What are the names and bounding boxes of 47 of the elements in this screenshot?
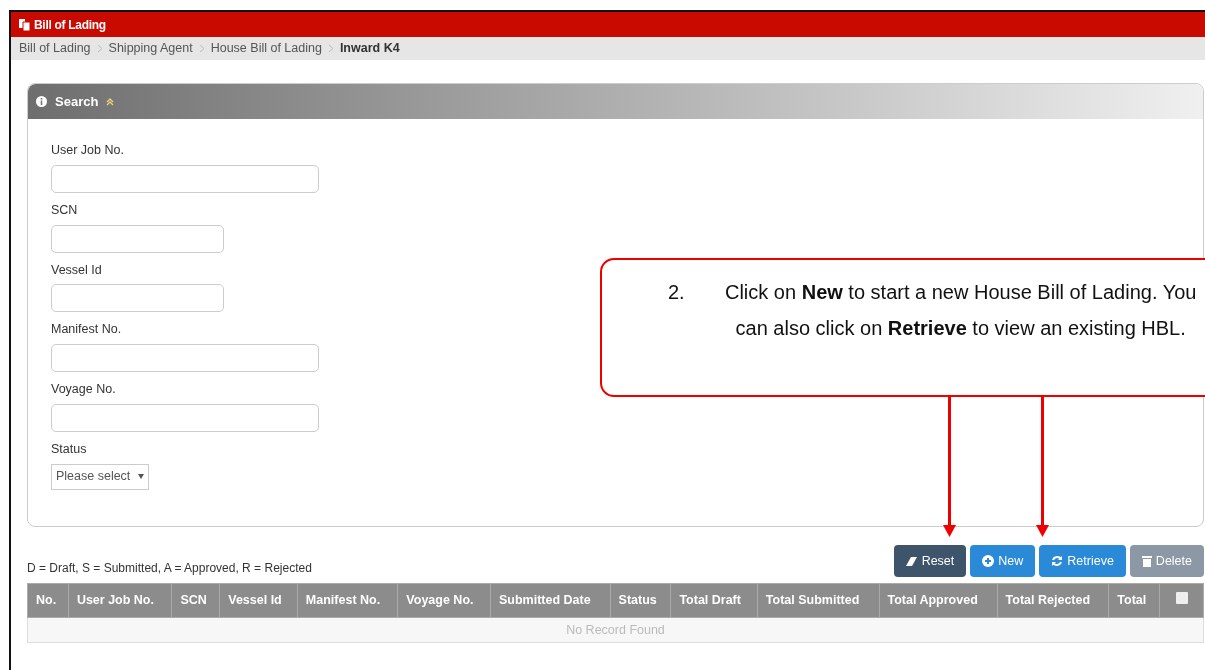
breadcrumb-link[interactable]: House Bill of Lading bbox=[210, 39, 322, 58]
refresh-icon bbox=[1051, 555, 1064, 567]
info-icon bbox=[36, 96, 47, 107]
input-field[interactable] bbox=[51, 224, 224, 253]
field-label: Voyage No. bbox=[51, 381, 116, 398]
input-field[interactable] bbox=[51, 403, 319, 432]
column-header: Total Rejected bbox=[997, 583, 1109, 618]
column-header: User Job No. bbox=[68, 583, 172, 618]
column-header: Manifest No. bbox=[297, 583, 398, 618]
field-label: Manifest No. bbox=[51, 321, 122, 339]
panel-title: Search bbox=[55, 92, 99, 111]
column-header: Total Approved bbox=[879, 583, 998, 618]
new-button[interactable]: New bbox=[970, 545, 1036, 577]
plus-circle-icon bbox=[982, 555, 995, 567]
input-field[interactable] bbox=[51, 344, 319, 372]
breadcrumb-link[interactable]: Shipping Agent bbox=[108, 39, 193, 58]
callout-number: 2. bbox=[668, 280, 685, 305]
breadcrumb-link[interactable]: Bill of Lading bbox=[19, 39, 91, 58]
column-header: Voyage No. bbox=[397, 583, 491, 618]
window-title: Bill of Lading bbox=[34, 16, 106, 34]
field-label: Vessel Id bbox=[51, 261, 102, 279]
field-label: SCN bbox=[51, 201, 78, 219]
legend-text: D = Draft, S = Submitted, A = Approved, R = Rejected bbox=[27, 560, 312, 577]
empty-message: No Record Found bbox=[27, 617, 1204, 643]
caret-icon bbox=[138, 474, 145, 479]
select-all-checkbox[interactable] bbox=[1175, 592, 1188, 605]
input-field[interactable] bbox=[51, 284, 224, 313]
column-header: Submitted Date bbox=[490, 583, 611, 618]
eraser-icon bbox=[905, 555, 918, 567]
column-header: Vessel Id bbox=[219, 583, 298, 618]
document-icon bbox=[19, 18, 30, 31]
status-dropdown[interactable]: Please select bbox=[51, 463, 150, 490]
field-label: Status bbox=[51, 440, 87, 458]
column-header: Total Submitted bbox=[757, 583, 879, 618]
reset-button[interactable]: Reset bbox=[893, 545, 967, 577]
callout-text: Click on New to start a new House Bill of Lading. You can also click on Retrieve to view an existing HBL. bbox=[724, 280, 1198, 341]
field-label: User Job No. bbox=[51, 142, 124, 159]
column-header: Total Draft bbox=[670, 583, 758, 618]
column-header: SCN bbox=[171, 583, 220, 618]
collapse-icon[interactable] bbox=[106, 97, 115, 106]
input-field[interactable] bbox=[51, 164, 319, 193]
breadcrumb-current: Inward K4 bbox=[339, 40, 400, 58]
column-header: No. bbox=[27, 583, 69, 618]
retrieve-button[interactable]: Retrieve bbox=[1039, 545, 1126, 577]
trash-icon bbox=[1141, 555, 1152, 567]
column-header: Status bbox=[610, 583, 671, 618]
column-header: Total bbox=[1108, 583, 1160, 618]
